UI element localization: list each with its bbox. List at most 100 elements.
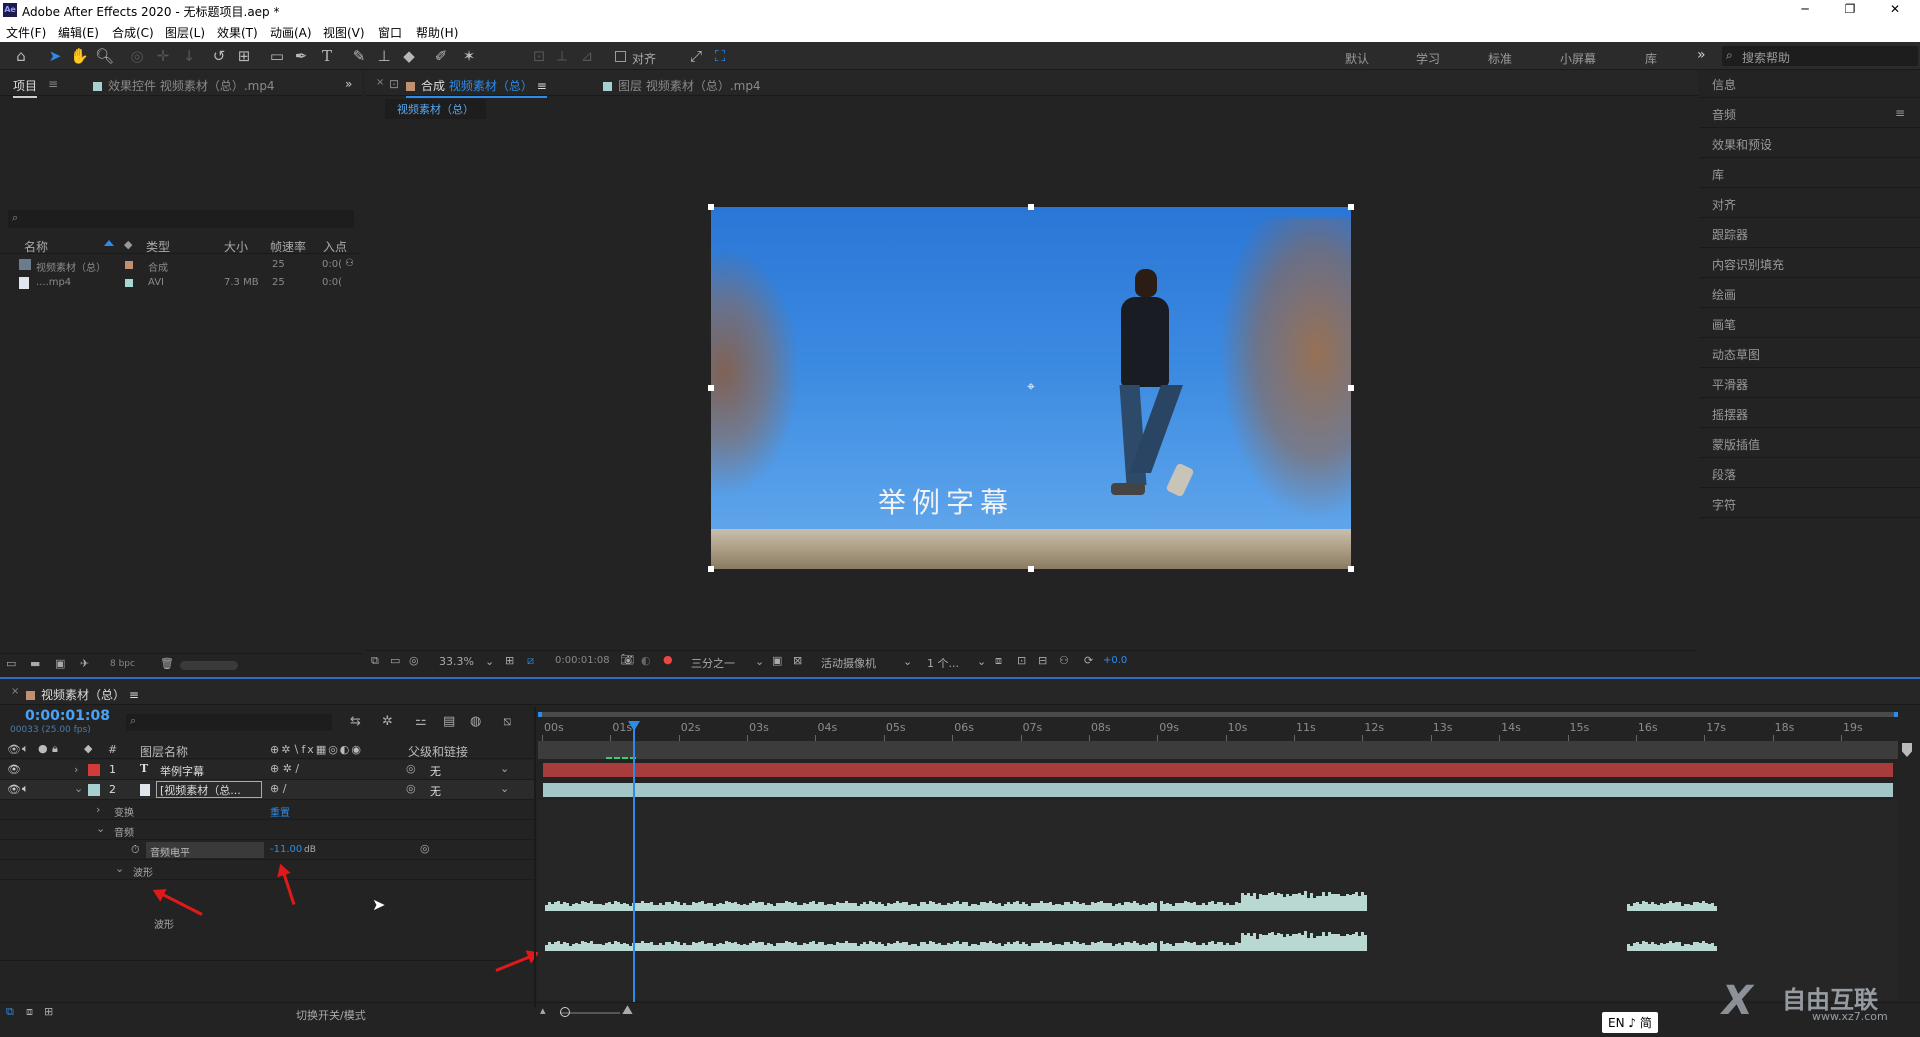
panel-item[interactable]: 绘画 (1712, 286, 1736, 303)
local-axis-icon[interactable]: ⊡ (530, 47, 548, 65)
timeline-search[interactable]: ⌕ (126, 714, 332, 731)
audio-level-label[interactable]: 音频电平 (146, 842, 264, 859)
work-area-bar[interactable] (538, 712, 1898, 717)
shy-layers-icon[interactable]: ⚍ (415, 714, 427, 729)
eye-icon[interactable]: 👁︎ (7, 763, 21, 776)
panel-more-icon[interactable]: » (345, 77, 352, 91)
zoom-out-icon[interactable]: ▴ (540, 1004, 546, 1017)
project-menu-icon[interactable]: ≡ (48, 77, 58, 91)
ime-indicator[interactable]: EN ♪ 简 (1602, 1012, 1658, 1033)
help-search[interactable]: ⌕ 搜索帮助 (1722, 46, 1918, 66)
current-time-display[interactable]: 0:00:01:08 (555, 655, 610, 666)
parent-link-header[interactable]: 父级和链接 (408, 743, 468, 760)
panel-item[interactable]: 对齐 (1712, 196, 1736, 213)
draft-3d-icon[interactable]: ✲ (382, 714, 393, 729)
timeline-splitter[interactable] (534, 707, 536, 1007)
menu-animation[interactable]: 动画(A) (270, 24, 312, 41)
new-folder-icon[interactable]: ▬ (30, 657, 40, 670)
layer-switches[interactable]: ⊕ ✲ ∕ (270, 762, 299, 775)
adobe-media-encoder-icon[interactable]: ✈ (80, 657, 89, 670)
tab-composition[interactable]: 合成 视频素材（总） ≡ (406, 77, 547, 98)
menu-file[interactable]: 文件(F) (6, 24, 46, 41)
collapse-icon[interactable]: ⌄ (115, 862, 124, 875)
home-icon[interactable]: ⌂ (12, 47, 30, 65)
bbox-handle-tm[interactable] (1028, 204, 1034, 210)
bbox-handle-ml[interactable] (708, 385, 714, 391)
new-composition-icon[interactable]: ▣ (55, 657, 65, 670)
close-window-button[interactable]: ✕ (1880, 2, 1910, 16)
show-snapshot-icon[interactable]: ◐ (641, 654, 651, 667)
layer-label-color[interactable] (88, 764, 100, 776)
panel-item[interactable]: 平滑器 (1712, 376, 1748, 393)
exposure-value[interactable]: +0.0 (1103, 655, 1127, 666)
layer-name-header[interactable]: 图层名称 (140, 743, 188, 760)
tab-project[interactable]: 项目 (13, 77, 38, 98)
audio-level-value[interactable]: -11.00 (270, 844, 302, 855)
layer-track-video[interactable] (543, 783, 1893, 797)
snap-option-icon[interactable]: ⤢ (687, 47, 705, 65)
pen-tool-icon[interactable]: ✒ (292, 47, 310, 65)
col-fps[interactable]: 帧速率 (270, 238, 306, 255)
clone-stamp-icon[interactable]: ⊥ (375, 47, 393, 65)
menu-view[interactable]: 视图(V) (323, 24, 365, 41)
layer-switches-toggle-icon[interactable]: ⧉ (6, 1005, 14, 1019)
mask-visibility-icon[interactable]: ⧄ (527, 654, 534, 668)
orbit-camera-icon[interactable]: ◎ (128, 47, 146, 65)
workspace-more-icon[interactable]: » (1697, 47, 1706, 63)
flowchart-icon[interactable]: ⚇ (1059, 654, 1069, 667)
in-out-toggle-icon[interactable]: ⊞ (44, 1005, 53, 1018)
bpc-label[interactable]: 8 bpc (110, 659, 135, 669)
region-of-interest-icon[interactable]: ▣ (772, 654, 782, 667)
selection-tool-icon[interactable]: ➤ (46, 47, 64, 65)
workspace-learn[interactable]: 学习 (1416, 50, 1440, 67)
tab-effects-controls[interactable]: 效果控件 视频素材（总）.mp4 (93, 77, 275, 94)
rectangle-tool-icon[interactable]: ▭ (268, 47, 286, 65)
stopwatch-icon[interactable]: ⏱︎ (131, 843, 140, 857)
toggle-pixel-icon[interactable]: ⧈ (995, 654, 1002, 668)
col-name[interactable]: 名称 (24, 238, 48, 255)
pan-camera-icon[interactable]: ✛ (154, 47, 172, 65)
bbox-handle-bm[interactable] (1028, 566, 1034, 572)
workspace-default[interactable]: 默认 (1345, 50, 1369, 67)
time-ruler[interactable]: 00s 01s 02s 03s 04s 05s 06s 07s 08s 09s 10s 11s 12s 1… (538, 721, 1898, 741)
close-tab-icon[interactable]: × (376, 77, 384, 88)
frame-blending-icon[interactable]: ▤ (443, 714, 455, 729)
pan-behind-icon[interactable]: ⊞ (235, 47, 253, 65)
motion-blur-icon[interactable]: ◍ (470, 714, 481, 729)
menu-composition[interactable]: 合成(C) (112, 24, 154, 41)
project-item[interactable]: 视频素材（总） 合成 25 0:0( ⚇ (0, 256, 362, 274)
layer-row[interactable]: 👁︎ 🔈︎ ⌄ 2 [视频素材（总... ⊕ ∕ ◎ 无 ⌄ (0, 780, 534, 800)
panel-item[interactable]: 段落 (1712, 466, 1736, 483)
eye-icon[interactable]: 👁︎ (7, 783, 21, 796)
world-axis-icon[interactable]: ⟂ (553, 47, 571, 65)
snapping-checkbox[interactable] (615, 51, 626, 62)
eraser-tool-icon[interactable]: ◆ (400, 47, 418, 65)
zoom-slider-knob[interactable] (560, 1007, 570, 1017)
color-channels-icon[interactable]: ● (663, 653, 673, 666)
puppet-pin-icon[interactable]: ✶ (460, 47, 478, 65)
menu-window[interactable]: 窗口 (378, 24, 402, 41)
pickwhip-icon[interactable]: ◎ (406, 782, 416, 795)
close-tab-icon[interactable]: × (11, 686, 19, 697)
bbox-handle-tr[interactable] (1348, 204, 1354, 210)
trash-icon[interactable]: 🗑︎ (160, 657, 174, 670)
pickwhip-icon[interactable]: ◎ (420, 842, 430, 855)
panel-item[interactable]: 摇摆器 (1712, 406, 1748, 423)
lock-icon[interactable]: ⊡ (389, 77, 399, 91)
anchor-point-icon[interactable]: ⌖ (1023, 379, 1039, 395)
project-item[interactable]: ....mp4 AVI 7.3 MB 25 0:0( (0, 274, 362, 292)
bbox-handle-br[interactable] (1348, 566, 1354, 572)
zoom-dropdown[interactable]: 33.3% (439, 655, 474, 668)
snapshot-icon[interactable]: 📷︎ (620, 653, 634, 666)
reset-exposure-icon[interactable]: ⟳ (1084, 654, 1093, 667)
video-frame[interactable]: 举例字幕 ⌖ (711, 207, 1351, 569)
layer-switches[interactable]: ⊕ ∕ (270, 782, 286, 795)
property-row[interactable]: ⏱︎ 音频电平 -11.00 dB ◎ (0, 840, 534, 860)
panel-item[interactable]: 画笔 (1712, 316, 1736, 333)
transfer-controls-icon[interactable]: ⧈ (26, 1005, 33, 1019)
parent-dropdown[interactable]: 无 (430, 763, 441, 779)
panel-item[interactable]: 音频 (1712, 106, 1736, 123)
panel-item[interactable]: 字符 (1712, 496, 1736, 513)
camera-dropdown[interactable]: 活动摄像机 (821, 655, 876, 671)
layer-name[interactable]: 举例字幕 (160, 763, 204, 779)
